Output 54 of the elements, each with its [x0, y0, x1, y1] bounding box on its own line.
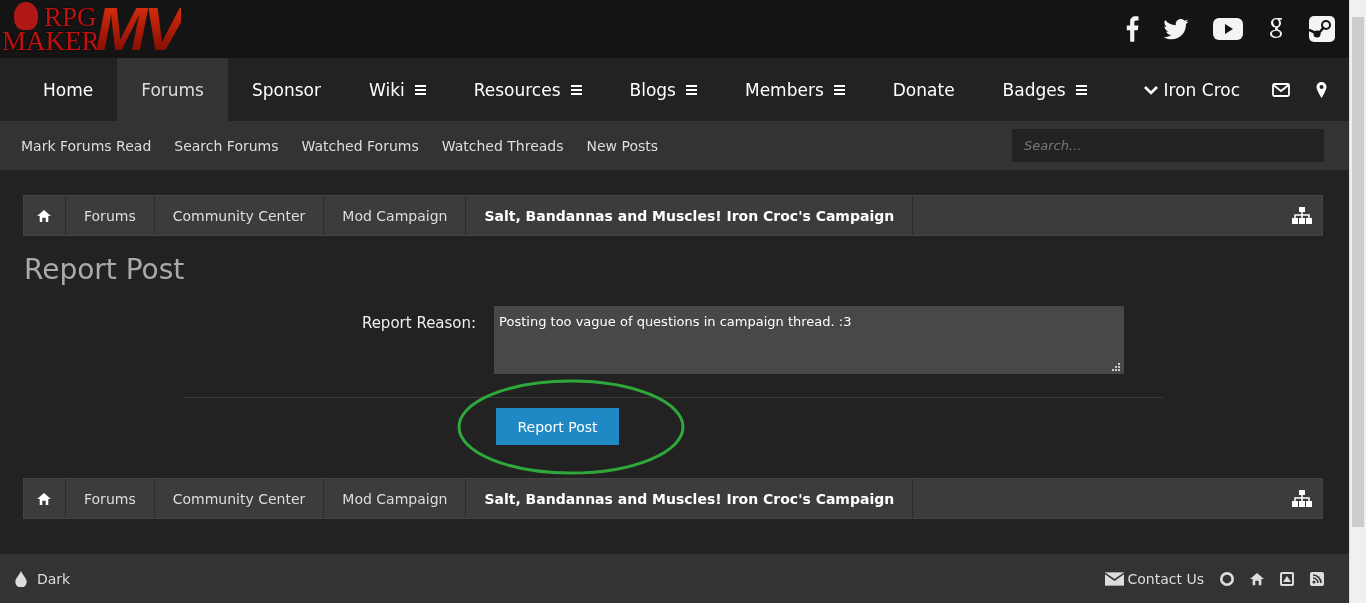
- menu-icon[interactable]: [414, 84, 426, 95]
- menu-icon[interactable]: [686, 84, 697, 95]
- nav-tab[interactable]: Forums: [117, 58, 228, 121]
- breadcrumb-link[interactable]: Forums: [66, 479, 155, 518]
- subnav-link[interactable]: Watched Forums: [301, 137, 419, 154]
- home-icon: [37, 492, 51, 505]
- youtube-icon[interactable]: [1213, 18, 1243, 40]
- breadcrumb-link[interactable]: Community Center: [154, 479, 325, 518]
- menu-icon[interactable]: [833, 84, 845, 95]
- style-chooser-link[interactable]: Dark: [37, 570, 71, 587]
- droplet-icon: [14, 570, 28, 587]
- breadcrumb-link[interactable]: Mod Campaign: [324, 196, 467, 235]
- nav-tab[interactable]: Blogs: [605, 58, 721, 121]
- contact-us-link[interactable]: Contact Us: [1127, 570, 1204, 587]
- subnav-link[interactable]: New Posts: [586, 137, 659, 154]
- field-label: Report Reason:: [361, 313, 477, 334]
- nav-tab[interactable]: Home: [19, 58, 118, 121]
- breadcrumb-link[interactable]: Community Center: [154, 196, 325, 235]
- resize-grip-icon[interactable]: [1112, 363, 1121, 371]
- rss-icon[interactable]: [1310, 570, 1324, 587]
- nav-tab[interactable]: Badges: [978, 58, 1111, 121]
- report-reason-field[interactable]: Posting too vague of questions in campaign thread. :3: [494, 306, 1125, 374]
- subnav-link[interactable]: Mark Forums Read: [21, 137, 152, 154]
- user-menu[interactable]: Iron Croc: [1143, 79, 1240, 100]
- nav-tab[interactable]: Resources: [449, 58, 606, 121]
- map-pin-icon[interactable]: [1316, 81, 1327, 98]
- breadcrumb-link[interactable]: Salt, Bandannas and Muscles! Iron Croc's Campaign: [466, 196, 914, 235]
- nav-tab[interactable]: Members: [721, 58, 869, 121]
- arrow-up-square-icon[interactable]: [1280, 570, 1294, 587]
- menu-icon[interactable]: [570, 84, 582, 95]
- home-icon[interactable]: [1250, 570, 1264, 587]
- envelope-icon[interactable]: [1272, 82, 1290, 97]
- menu-icon[interactable]: [1075, 84, 1087, 95]
- lifebuoy-icon[interactable]: [1220, 570, 1234, 587]
- scrollbar[interactable]: [1349, 0, 1366, 603]
- subnav-link[interactable]: Search Forums: [174, 137, 279, 154]
- steam-icon[interactable]: [1309, 16, 1335, 42]
- search-field[interactable]: Search...: [1012, 129, 1324, 162]
- sitemap-icon[interactable]: [1292, 489, 1312, 508]
- sitemap-icon[interactable]: [1292, 206, 1312, 225]
- twitter-bird-icon[interactable]: [1163, 18, 1189, 40]
- nav-tab[interactable]: Sponsor: [227, 58, 345, 121]
- envelope-icon: [1104, 571, 1124, 586]
- nav-tab[interactable]: Wiki: [345, 58, 450, 121]
- subnav-link[interactable]: Watched Threads: [441, 137, 564, 154]
- breadcrumb-link[interactable]: Forums: [66, 196, 155, 235]
- home-icon: [37, 209, 51, 222]
- facebook-icon[interactable]: [1125, 16, 1139, 42]
- page-title: Report Post: [24, 253, 186, 287]
- nav-tab[interactable]: Donate: [868, 58, 979, 121]
- breadcrumb-link[interactable]: Salt, Bandannas and Muscles! Iron Croc's Campaign: [466, 479, 914, 518]
- chevron-down-icon: [1143, 84, 1158, 95]
- report-post-button[interactable]: Report Post: [496, 408, 619, 445]
- breadcrumb-link[interactable]: Mod Campaign: [324, 479, 467, 518]
